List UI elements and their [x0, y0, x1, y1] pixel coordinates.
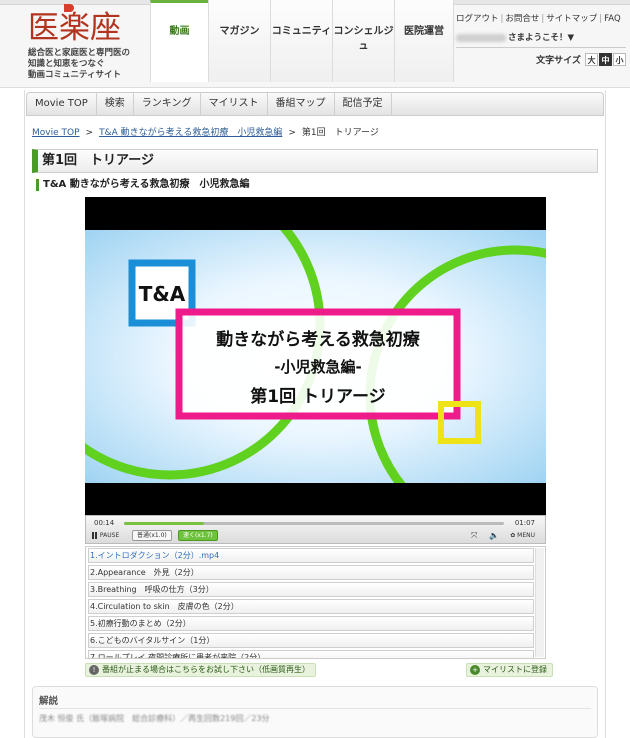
description-heading: 解説	[39, 696, 59, 707]
site-logo[interactable]: 医楽座 総合医と家庭医と専門医の 知識と知恵をつなぐ 動画コミュニティサイト	[28, 4, 146, 81]
font-size-large[interactable]: 大	[585, 53, 598, 66]
chapter-item[interactable]: 4.Circulation to skin 皮膚の色（2分）	[88, 599, 534, 614]
sub-nav-ranking[interactable]: ランキング	[134, 93, 201, 115]
breadcrumb-separator: >	[85, 128, 94, 138]
speed-fast-button[interactable]: 速く(x1.7)	[178, 530, 218, 541]
sitemap-link[interactable]: サイトマップ	[546, 14, 597, 24]
welcome-text: さまようこそ！▼	[508, 33, 575, 43]
font-size-small[interactable]: 小	[613, 53, 626, 66]
tagline-line: 総合医と家庭医と専門医の	[28, 48, 131, 58]
logo-text: 医楽座	[28, 10, 121, 46]
chapter-item[interactable]: 7.ロールプレイ 夜間診療所に患者が来院（2分）	[88, 650, 534, 658]
font-size-label: 文字サイズ	[536, 56, 581, 66]
low-quality-playback-button[interactable]: ! 番組が止まる場合はこちらをお試し下さい（低画質再生）	[85, 663, 316, 677]
logo-tagline: 総合医と家庭医と専門医の 知識と知恵をつなぐ 動画コミュニティサイト	[28, 48, 146, 81]
logo-mark: 医楽座	[28, 4, 146, 46]
global-nav-movie[interactable]: 動画	[150, 0, 208, 82]
menu-label: MENU	[517, 532, 535, 539]
description-meta: 茂木 恒俊 氏（飯塚病院 総合診療科）／再生回数219回／23分	[39, 714, 270, 723]
low-quality-label: 番組が止まる場合はこちらをお試し下さい（低画質再生）	[102, 665, 310, 674]
pause-button[interactable]: PAUSE	[92, 532, 119, 539]
video-title-card: T&A 動きながら考える救急初療 -小児救急編- 第1回 トリアージ	[85, 230, 546, 483]
global-nav: 動画 マガジン コミュニティ コンシェルジュ 医院運営	[150, 0, 454, 82]
breadcrumb: Movie TOP > T&A 動きながら考える救急初療 小児救急編 > 第1回 トリア…	[32, 125, 379, 138]
global-nav-clinic[interactable]: 医院運営	[394, 0, 454, 82]
chapter-list: 1.イントロダクション（2分）.mp4 2.Appearance 外見（2分） …	[85, 546, 546, 659]
global-nav-concierge[interactable]: コンシェルジュ	[332, 0, 394, 82]
welcome-menu[interactable]: さまようこそ！▼	[456, 31, 626, 48]
elapsed-time: 00:14	[94, 519, 115, 527]
volume-icon[interactable]: 🔈	[489, 531, 499, 540]
sub-nav-search[interactable]: 検索	[97, 93, 134, 115]
description-panel: 解説 茂木 恒俊 氏（飯塚病院 総合診療科）／再生回数219回／23分	[32, 686, 598, 738]
utility-links: ログアウト | お問合せ | サイトマップ | FAQ	[456, 14, 621, 24]
logo-flag-icon	[64, 4, 74, 12]
breadcrumb-separator: >	[288, 128, 296, 138]
breadcrumb-series[interactable]: T&A 動きながら考える救急初療 小児救急編	[99, 128, 282, 138]
chapter-item[interactable]: 2.Appearance 外見（2分）	[88, 565, 534, 580]
fullscreen-icon[interactable]: ⤧	[471, 531, 477, 541]
pause-icon	[95, 532, 97, 539]
global-nav-community[interactable]: コミュニティ	[270, 0, 332, 82]
pause-label: PAUSE	[99, 532, 120, 539]
video-title-line1: 動きながら考える救急初療	[216, 329, 420, 350]
breadcrumb-home[interactable]: Movie TOP	[32, 128, 80, 138]
contact-link[interactable]: お問合せ	[505, 14, 539, 24]
font-size-medium[interactable]: 中	[599, 53, 612, 66]
plus-icon: +	[470, 665, 480, 675]
tagline-line: 知識と知恵をつなぐ	[28, 59, 105, 69]
video-frame[interactable]: T&A 動きながら考える救急初療 -小児救急編- 第1回 トリアージ	[85, 230, 546, 483]
global-nav-magazine[interactable]: マガジン	[208, 0, 270, 82]
movie-sub-nav: Movie TOP 検索 ランキング マイリスト 番組マップ 配信予定	[26, 92, 604, 116]
user-name-redacted	[456, 33, 506, 42]
add-to-mylist-button[interactable]: + マイリストに登録	[466, 663, 553, 677]
sub-nav-mylist[interactable]: マイリスト	[201, 93, 268, 115]
font-size-switcher: 文字サイズ 大中小	[456, 53, 626, 66]
series-title: T&A 動きながら考える救急初療 小児救急編	[36, 179, 249, 191]
chapter-item[interactable]: 3.Breathing 呼吸の仕方（3分）	[88, 582, 534, 597]
duration-time: 01:07	[514, 519, 535, 527]
sub-nav-movie-top[interactable]: Movie TOP	[27, 93, 97, 115]
description-divider	[39, 708, 591, 709]
alert-icon: !	[89, 665, 99, 675]
speed-normal-button[interactable]: 普通(x1.0)	[132, 530, 172, 541]
video-title-line3: 第1回 トリアージ	[250, 386, 385, 407]
tagline-line: 動画コミュニティサイト	[28, 70, 121, 80]
add-to-mylist-label: マイリストに登録	[483, 665, 547, 674]
sub-nav-schedule[interactable]: 配信予定	[335, 93, 392, 115]
breadcrumb-current: 第1回 トリアージ	[301, 128, 379, 138]
seek-bar[interactable]	[124, 522, 504, 525]
chapter-item[interactable]: 5.初療行動のまとめ（2分）	[88, 616, 534, 631]
chapter-list-scrollbar[interactable]	[535, 548, 544, 657]
video-title-line2: -小児救急編-	[274, 358, 361, 376]
video-badge-text: T&A	[139, 282, 186, 306]
logout-link[interactable]: ログアウト	[456, 14, 499, 24]
faq-link[interactable]: FAQ	[604, 14, 620, 24]
menu-button[interactable]: ✿ MENU	[510, 532, 535, 539]
page-title-box: 第1回 トリアージ	[32, 149, 598, 173]
video-player[interactable]: T&A 動きながら考える救急初療 -小児救急編- 第1回 トリアージ	[85, 197, 546, 515]
chapter-item[interactable]: 6.こどものバイタルサイン（1分）	[88, 633, 534, 648]
seek-bar-progress	[124, 522, 204, 525]
page-title: 第1回 トリアージ	[42, 153, 155, 168]
utility-area: ログアウト | お問合せ | サイトマップ | FAQ さまようこそ！▼ 文字サイズ 大中小	[456, 12, 626, 66]
player-controls: 00:14 01:07 PAUSE 普通(x1.0) 速く(x1.7) ⤧ 🔈 …	[85, 515, 546, 544]
sub-nav-program-map[interactable]: 番組マップ	[268, 93, 335, 115]
chapter-item[interactable]: 1.イントロダクション（2分）.mp4	[88, 548, 534, 563]
pause-icon	[92, 532, 94, 539]
